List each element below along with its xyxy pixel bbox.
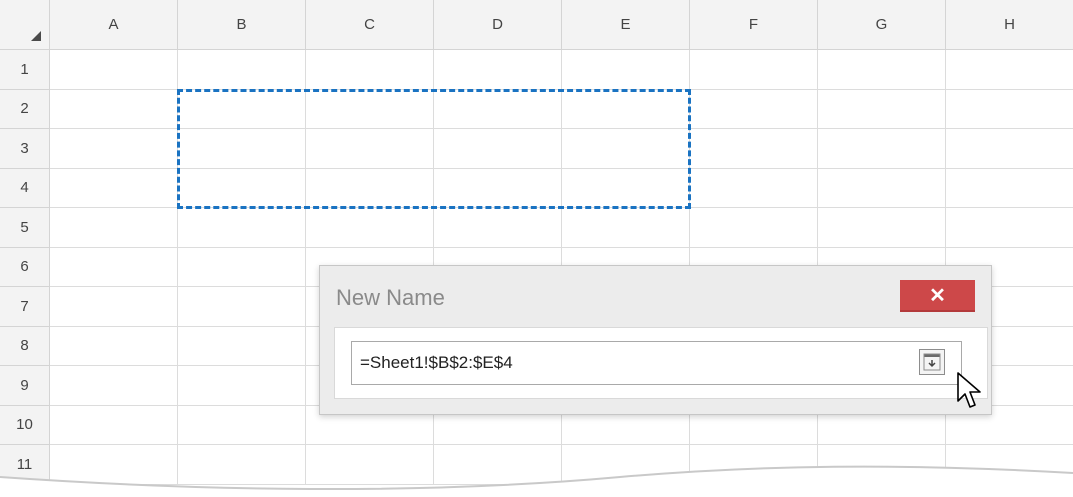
cell-e1[interactable] (562, 50, 690, 90)
collapse-dialog-icon (923, 353, 941, 371)
spreadsheet-grid: ABCDEFGH 1 2 3 4 5 6 7 8 9 10 11 (0, 0, 1073, 497)
reference-input[interactable] (351, 341, 962, 385)
torn-page-edge (0, 465, 1073, 497)
cell-b6[interactable] (178, 247, 306, 287)
cell-b8[interactable] (178, 326, 306, 366)
collapse-dialog-button[interactable] (919, 349, 945, 375)
cell-f5[interactable] (690, 208, 818, 248)
row-header-6[interactable]: 6 (0, 247, 50, 287)
mouse-pointer-icon (957, 372, 981, 408)
cell-e5[interactable] (562, 208, 690, 248)
cell-g4[interactable] (818, 168, 946, 208)
row-header-10[interactable]: 10 (0, 405, 50, 445)
cell-f3[interactable] (690, 129, 818, 169)
row-header-1[interactable]: 1 (0, 50, 50, 90)
cell-a10[interactable] (50, 405, 178, 445)
cell-a1[interactable] (50, 50, 178, 90)
cell-d5[interactable] (434, 208, 562, 248)
cell-f2[interactable] (690, 89, 818, 129)
cell-g3[interactable] (818, 129, 946, 169)
cell-a6[interactable] (50, 247, 178, 287)
cell-h2[interactable] (946, 89, 1073, 129)
select-all-button[interactable] (0, 0, 50, 50)
column-header-f[interactable]: F (690, 0, 818, 50)
cell-g2[interactable] (818, 89, 946, 129)
column-header-a[interactable]: A (50, 0, 178, 50)
row-header-5[interactable]: 5 (0, 208, 50, 248)
cell-b10[interactable] (178, 405, 306, 445)
column-header-c[interactable]: C (306, 0, 434, 50)
cell-h4[interactable] (946, 168, 1073, 208)
row-header-4[interactable]: 4 (0, 168, 50, 208)
cell-h5[interactable] (946, 208, 1073, 248)
select-all-triangle-icon (31, 31, 41, 41)
cell-f1[interactable] (690, 50, 818, 90)
column-header-e[interactable]: E (562, 0, 690, 50)
cell-h1[interactable] (946, 50, 1073, 90)
cell-c5[interactable] (306, 208, 434, 248)
cell-b7[interactable] (178, 287, 306, 327)
cell-a2[interactable] (50, 89, 178, 129)
cell-g5[interactable] (818, 208, 946, 248)
column-header-h[interactable]: H (946, 0, 1073, 50)
cell-a3[interactable] (50, 129, 178, 169)
cell-a7[interactable] (50, 287, 178, 327)
cell-a4[interactable] (50, 168, 178, 208)
column-header-b[interactable]: B (178, 0, 306, 50)
close-button[interactable]: ✕ (900, 280, 975, 312)
cell-c1[interactable] (306, 50, 434, 90)
dialog-body (334, 327, 988, 399)
cell-d1[interactable] (434, 50, 562, 90)
dialog-title: New Name (336, 285, 445, 310)
cell-h3[interactable] (946, 129, 1073, 169)
cell-b1[interactable] (178, 50, 306, 90)
column-header-g[interactable]: G (818, 0, 946, 50)
cell-g1[interactable] (818, 50, 946, 90)
row-header-8[interactable]: 8 (0, 326, 50, 366)
cell-a5[interactable] (50, 208, 178, 248)
row-header-2[interactable]: 2 (0, 89, 50, 129)
cell-a9[interactable] (50, 366, 178, 406)
copy-range-marquee (177, 88, 691, 209)
row-header-3[interactable]: 3 (0, 129, 50, 169)
column-header-d[interactable]: D (434, 0, 562, 50)
row-header-9[interactable]: 9 (0, 366, 50, 406)
cell-b9[interactable] (178, 366, 306, 406)
cell-b5[interactable] (178, 208, 306, 248)
new-name-dialog: New Name ✕ (319, 265, 992, 415)
cell-a8[interactable] (50, 326, 178, 366)
cell-f4[interactable] (690, 168, 818, 208)
row-header-7[interactable]: 7 (0, 287, 50, 327)
